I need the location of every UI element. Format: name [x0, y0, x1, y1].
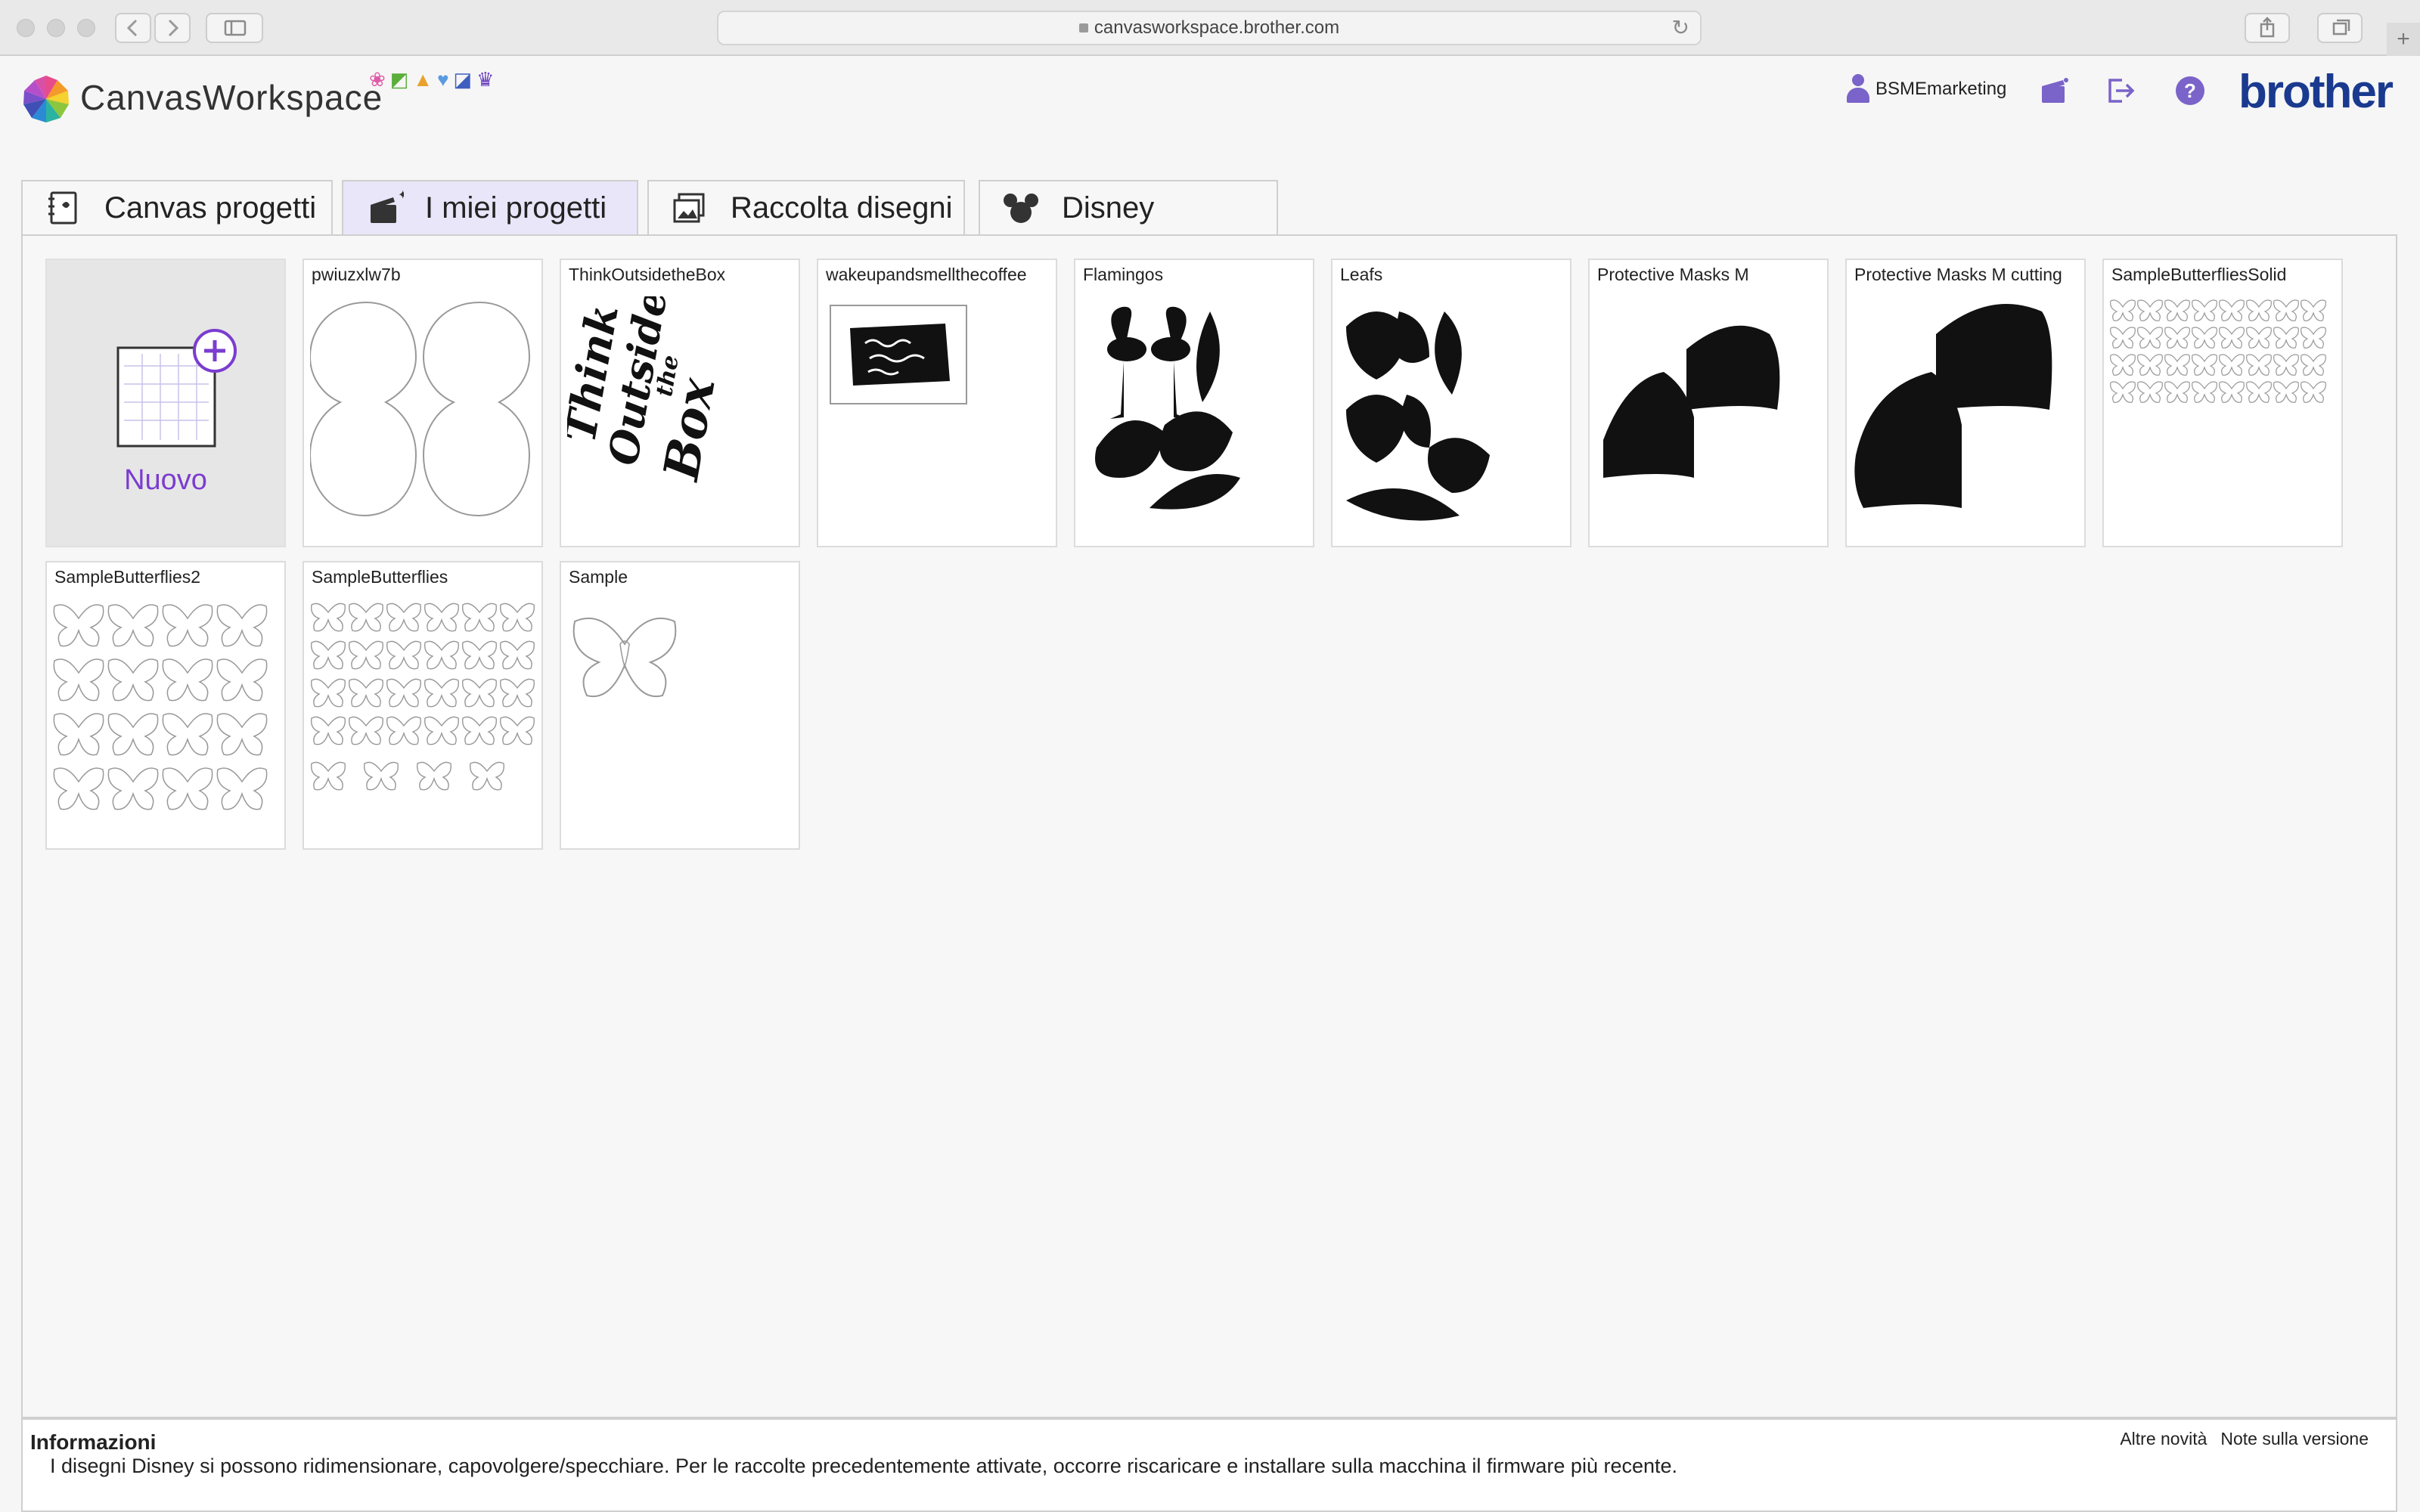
user-account[interactable]: BSMEmarketing	[1845, 73, 2006, 106]
flower-icon[interactable]: ❀	[369, 68, 386, 91]
tab-disney[interactable]: Disney	[979, 180, 1278, 234]
project-thumbnail	[311, 603, 535, 791]
project-card[interactable]: SampleButterfliesSolid	[2102, 259, 2343, 547]
lock-icon	[1078, 23, 1088, 33]
project-card[interactable]: SampleButterflies	[302, 561, 543, 850]
svg-text:✦: ✦	[398, 188, 404, 202]
project-title: SampleButterflies2	[54, 567, 201, 587]
project-thumbnail	[830, 305, 967, 404]
cake-icon[interactable]: ▲	[413, 68, 433, 91]
project-card[interactable]: Protective Masks M	[1588, 259, 1829, 547]
new-canvas-icon	[116, 329, 237, 448]
project-title: Protective Masks M	[1597, 265, 1749, 284]
tab-label: I miei progetti	[425, 191, 607, 225]
new-tab-button[interactable]: +	[2387, 23, 2420, 56]
leaf-icon[interactable]: ◩	[390, 68, 409, 91]
project-title: Leafs	[1340, 265, 1383, 284]
address-bar[interactable]: canvasworkspace.brother.com ↻	[717, 11, 1702, 45]
canvasworkspace-logo-icon	[23, 76, 69, 122]
back-button[interactable]	[115, 13, 151, 43]
project-thumbnail	[1095, 306, 1240, 510]
project-thumbnail	[1603, 325, 1780, 478]
sidebar-toggle-button[interactable]	[206, 13, 263, 43]
gallery-icon	[673, 193, 705, 223]
more-news-link[interactable]: Altre novità	[2120, 1429, 2207, 1448]
project-title: Protective Masks M cutting	[1854, 265, 2062, 284]
url-text: canvasworkspace.brother.com	[1094, 17, 1340, 38]
tab-canvas-progetti[interactable]: Canvas progetti	[21, 180, 333, 234]
info-bar: Informazioni I disegni Disney si possono…	[21, 1418, 2397, 1512]
heart-icon[interactable]: ♥	[437, 68, 448, 91]
my-projects-icon[interactable]	[2037, 74, 2071, 107]
tab-label: Raccolta disegni	[731, 191, 953, 225]
tabs-overview-button[interactable]	[2317, 13, 2363, 43]
tab-i-miei-progetti[interactable]: ✦ I miei progetti	[342, 180, 638, 234]
project-thumbnail	[1854, 304, 2052, 508]
project-thumbnail	[53, 604, 268, 810]
new-project-card[interactable]: Nuovo	[45, 259, 286, 547]
collection-icons: ❀ ◩ ▲ ♥ ◪ ♛	[369, 68, 498, 91]
info-title: Informazioni	[30, 1430, 157, 1454]
chevron-left-icon	[126, 19, 138, 37]
help-icon[interactable]: ?	[2173, 74, 2207, 107]
zoom-window-button[interactable]	[77, 19, 95, 37]
project-card[interactable]: pwiuzxlw7b	[302, 259, 543, 547]
project-title: pwiuzxlw7b	[312, 265, 401, 284]
project-title: SampleButterfliesSolid	[2111, 265, 2287, 284]
forward-button[interactable]	[154, 13, 191, 43]
project-card[interactable]: Flamingos	[1074, 259, 1314, 547]
project-thumbnail	[1346, 311, 1490, 521]
brother-logo: brother	[2238, 66, 2394, 118]
info-message: I disegni Disney si possono ridimensiona…	[50, 1455, 1678, 1477]
project-title: ThinkOutsidetheBox	[569, 265, 726, 284]
project-card[interactable]: Sample	[560, 561, 800, 850]
close-window-button[interactable]	[17, 19, 35, 37]
project-title: wakeupandsmellthecoffee	[826, 265, 1027, 284]
project-card[interactable]: Leafs	[1331, 259, 1571, 547]
user-icon	[1845, 74, 1871, 104]
clapper-icon: ✦	[371, 188, 404, 223]
project-thumbnail	[310, 301, 531, 517]
browser-toolbar: canvasworkspace.brother.com ↻ +	[0, 0, 2420, 56]
app-brand-title: CanvasWorkspace	[80, 78, 383, 117]
project-title: Sample	[569, 567, 628, 587]
project-card[interactable]: SampleButterflies2	[45, 561, 286, 850]
info-links: Altre novità Note sulla versione	[2106, 1429, 2369, 1449]
tab-label: Canvas progetti	[104, 191, 317, 225]
tab-label: Disney	[1062, 191, 1155, 225]
mouse-ears-icon	[1004, 194, 1038, 223]
project-title: Flamingos	[1083, 265, 1164, 284]
release-notes-link[interactable]: Note sulla versione	[2220, 1429, 2369, 1448]
reload-icon[interactable]: ↻	[1672, 12, 1689, 44]
project-card[interactable]: Protective Masks M cutting	[1845, 259, 2086, 547]
new-project-label: Nuovo	[124, 464, 207, 496]
projects-panel: Nuovo pwiuzxlw7b ThinkOutsidetheBox Thin…	[21, 234, 2397, 1418]
user-name: BSMEmarketing	[1876, 79, 2007, 99]
logout-icon[interactable]	[2104, 74, 2137, 107]
cards-icon[interactable]: ◪	[454, 68, 473, 91]
svg-text:?: ?	[2184, 79, 2196, 102]
project-title: SampleButterflies	[312, 567, 448, 587]
minimize-window-button[interactable]	[47, 19, 65, 37]
tabs-icon	[2332, 19, 2350, 36]
sidebar-icon	[224, 20, 247, 36]
project-thumbnail	[572, 617, 677, 698]
project-card[interactable]: ThinkOutsidetheBox Think Outside the Box	[560, 259, 800, 547]
crown-icon[interactable]: ♛	[476, 68, 494, 91]
project-card[interactable]: wakeupandsmellthecoffee	[817, 259, 1057, 547]
project-thumbnail: Think Outside the Box	[567, 296, 727, 485]
share-button[interactable]	[2245, 13, 2290, 43]
chevron-right-icon	[168, 19, 179, 37]
tab-raccolta-disegni[interactable]: Raccolta disegni	[647, 180, 965, 234]
project-thumbnail	[2110, 299, 2326, 403]
share-icon	[2260, 17, 2275, 38]
notebook-icon	[48, 191, 77, 225]
